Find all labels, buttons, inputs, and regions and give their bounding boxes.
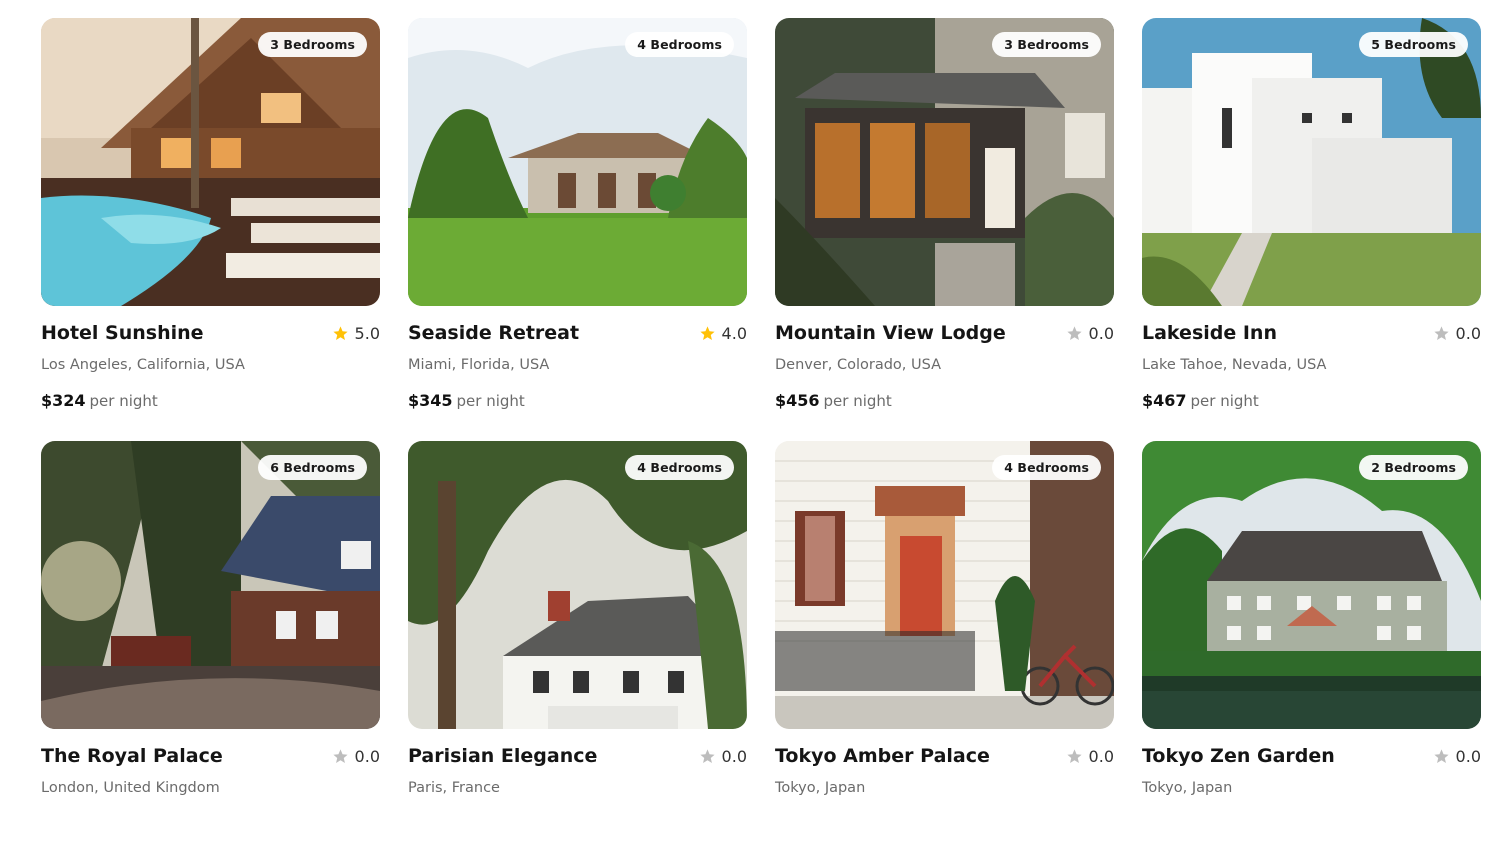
listing-rating: 4.0	[699, 324, 747, 343]
star-icon	[332, 748, 348, 763]
bedrooms-badge: 4 Bedrooms	[625, 455, 734, 480]
price-unit: per night	[823, 392, 892, 410]
bedrooms-badge: 6 Bedrooms	[258, 455, 367, 480]
listing-photo[interactable]: 6 Bedrooms	[41, 441, 380, 729]
star-icon	[1066, 748, 1082, 763]
listing-card[interactable]: 5 Bedrooms Lakeside Inn 0.0 Lake Tahoe, …	[1142, 18, 1481, 441]
bedrooms-badge: 3 Bedrooms	[258, 32, 367, 57]
bedrooms-badge: 5 Bedrooms	[1359, 32, 1468, 57]
listing-name[interactable]: Parisian Elegance	[408, 745, 597, 767]
price-amount: $345	[408, 391, 453, 410]
listing-name[interactable]: Lakeside Inn	[1142, 322, 1277, 344]
rating-value: 0.0	[721, 746, 747, 766]
price-unit: per night	[89, 392, 158, 410]
rating-value: 0.0	[354, 746, 380, 766]
listing-photo[interactable]: 3 Bedrooms	[41, 18, 380, 306]
listing-card[interactable]: 3 Bedrooms Mountain View Lodge 0.0 Denve…	[775, 18, 1114, 441]
listing-location: Tokyo, Japan	[1142, 780, 1233, 796]
listing-photo[interactable]: 4 Bedrooms	[408, 441, 747, 729]
star-icon	[1433, 325, 1449, 340]
price-amount: $324	[41, 391, 86, 410]
listing-price: $345 per night	[408, 391, 525, 410]
listing-photo[interactable]: 3 Bedrooms	[775, 18, 1114, 306]
listing-photo[interactable]: 4 Bedrooms	[408, 18, 747, 306]
listing-location: London, United Kingdom	[41, 780, 220, 796]
listing-rating: 0.0	[1433, 747, 1481, 766]
star-icon	[699, 325, 715, 340]
listing-rating: 5.0	[332, 324, 380, 343]
listing-card[interactable]: 6 Bedrooms The Royal Palace 0.0 London, …	[41, 441, 380, 864]
rating-value: 5.0	[354, 323, 380, 343]
price-unit: per night	[456, 392, 525, 410]
listing-location: Tokyo, Japan	[775, 780, 866, 796]
listing-price: $467 per night	[1142, 391, 1259, 410]
listing-rating: 0.0	[1066, 324, 1114, 343]
star-icon	[332, 325, 348, 340]
bedrooms-badge: 2 Bedrooms	[1359, 455, 1468, 480]
listing-price: $324 per night	[41, 391, 158, 410]
listings-grid: 3 Bedrooms Hotel Sunshine 5.0 Los Angele…	[41, 18, 1481, 864]
listing-card[interactable]: 4 Bedrooms Seaside Retreat 4.0 Miami, Fl…	[408, 18, 747, 441]
listing-card[interactable]: 3 Bedrooms Hotel Sunshine 5.0 Los Angele…	[41, 18, 380, 441]
rating-value: 0.0	[1088, 323, 1114, 343]
listing-name[interactable]: The Royal Palace	[41, 745, 223, 767]
listing-price: $456 per night	[775, 391, 892, 410]
rating-value: 0.0	[1088, 746, 1114, 766]
bedrooms-badge: 4 Bedrooms	[992, 455, 1101, 480]
listing-name[interactable]: Tokyo Amber Palace	[775, 745, 990, 767]
rating-value: 0.0	[1455, 323, 1481, 343]
listing-rating: 0.0	[1433, 324, 1481, 343]
listing-card[interactable]: 4 Bedrooms Tokyo Amber Palace 0.0 Tokyo,…	[775, 441, 1114, 864]
listing-name[interactable]: Seaside Retreat	[408, 322, 579, 344]
listing-card[interactable]: 4 Bedrooms Parisian Elegance 0.0 Paris, …	[408, 441, 747, 864]
listing-location: Miami, Florida, USA	[408, 357, 550, 373]
listing-photo[interactable]: 4 Bedrooms	[775, 441, 1114, 729]
price-amount: $467	[1142, 391, 1187, 410]
listing-name[interactable]: Tokyo Zen Garden	[1142, 745, 1335, 767]
listing-card[interactable]: 2 Bedrooms Tokyo Zen Garden 0.0 Tokyo, J…	[1142, 441, 1481, 864]
listing-photo[interactable]: 5 Bedrooms	[1142, 18, 1481, 306]
listing-location: Lake Tahoe, Nevada, USA	[1142, 357, 1327, 373]
rating-value: 4.0	[721, 323, 747, 343]
star-icon	[1066, 325, 1082, 340]
listing-location: Los Angeles, California, USA	[41, 357, 245, 373]
listing-rating: 0.0	[332, 747, 380, 766]
listing-name[interactable]: Hotel Sunshine	[41, 322, 204, 344]
listing-rating: 0.0	[1066, 747, 1114, 766]
listing-photo[interactable]: 2 Bedrooms	[1142, 441, 1481, 729]
listing-location: Paris, France	[408, 780, 500, 796]
price-amount: $456	[775, 391, 820, 410]
rating-value: 0.0	[1455, 746, 1481, 766]
bedrooms-badge: 4 Bedrooms	[625, 32, 734, 57]
bedrooms-badge: 3 Bedrooms	[992, 32, 1101, 57]
star-icon	[699, 748, 715, 763]
listing-location: Denver, Colorado, USA	[775, 357, 941, 373]
star-icon	[1433, 748, 1449, 763]
price-unit: per night	[1190, 392, 1259, 410]
listing-rating: 0.0	[699, 747, 747, 766]
listing-name[interactable]: Mountain View Lodge	[775, 322, 1006, 344]
